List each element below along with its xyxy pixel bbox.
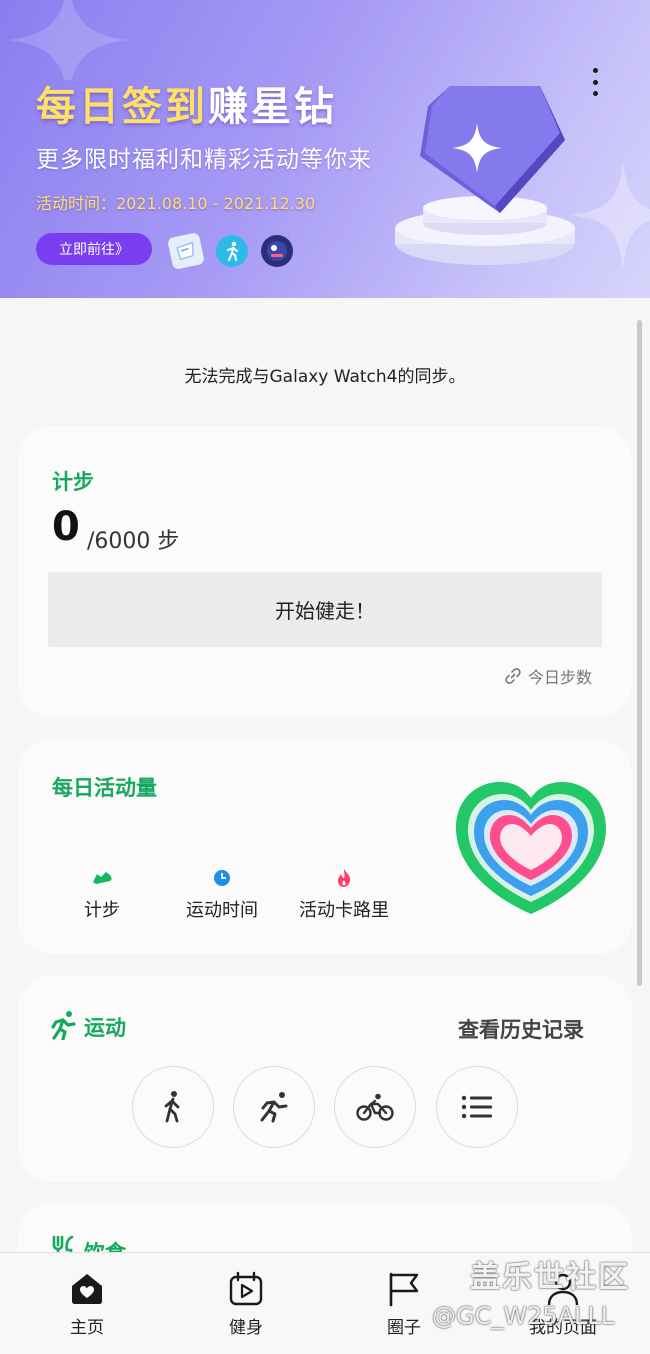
activity-steps-item: 计步 — [42, 868, 162, 922]
banner-title-highlight: 每日签到 — [36, 84, 208, 130]
start-walking-button[interactable]: 开始健走！ — [48, 572, 602, 647]
map-app-icon — [167, 232, 205, 270]
scrollbar[interactable] — [637, 320, 642, 986]
link-icon — [505, 668, 521, 684]
nav-label-fitness: 健身 — [229, 1318, 263, 1338]
run-icon — [260, 1092, 288, 1123]
sync-status-message: 无法完成与Galaxy Watch4的同步。 — [184, 367, 466, 387]
steps-title: 计步 — [52, 470, 94, 494]
banner-title: 每日签到赚星钻 — [36, 82, 337, 132]
more-dot — [592, 91, 598, 96]
more-dot — [592, 79, 598, 85]
activity-calories-label: 活动卡路里 — [299, 900, 389, 921]
daily-activity-card[interactable]: 每日活动量 计步 运动时间 活动卡路里 — [18, 740, 632, 954]
clock-icon — [214, 870, 230, 886]
more-exercises-button[interactable] — [436, 1066, 518, 1148]
steps-goal: /6000 步 — [87, 529, 180, 554]
bike-exercise-button[interactable] — [334, 1066, 416, 1148]
star-decoration-icon — [568, 160, 650, 270]
nav-label-together: 圈子 — [387, 1318, 421, 1338]
activity-title: 每日活动量 — [52, 776, 157, 800]
activity-steps-label: 计步 — [84, 900, 120, 921]
banner-title-rest: 赚星钻 — [208, 84, 337, 130]
more-dot — [592, 68, 598, 73]
nav-label-home: 主页 — [70, 1318, 104, 1338]
star-decoration-icon — [8, 0, 128, 80]
shoe-icon — [93, 872, 112, 884]
watermark-handle: @GC_W25ALLL — [432, 1302, 615, 1330]
play-calendar-icon — [229, 1271, 263, 1306]
nav-item-fitness[interactable]: 健身 — [186, 1271, 306, 1338]
watch-face-app-icon — [261, 235, 293, 267]
flag-icon — [389, 1272, 419, 1307]
exercise-card[interactable]: 运动 查看历史记录 — [18, 976, 632, 1182]
go-now-button[interactable]: 立即前往》 — [36, 233, 152, 265]
activity-time-item: 运动时间 — [162, 868, 282, 922]
nav-item-home[interactable]: 主页 — [27, 1271, 147, 1338]
activity-time-label: 运动时间 — [186, 900, 258, 921]
bike-icon — [356, 1093, 394, 1121]
list-icon — [461, 1095, 492, 1119]
running-person-icon — [51, 1011, 76, 1040]
home-icon — [72, 1274, 102, 1304]
exercise-title: 运动 — [84, 1016, 126, 1040]
walk-exercise-button[interactable] — [132, 1066, 214, 1148]
run-exercise-button[interactable] — [233, 1066, 315, 1148]
banner-subtitle: 更多限时福利和精彩活动等你来 — [36, 147, 372, 173]
banner-date: 活动时间：2021.08.10 - 2021.12.30 — [36, 194, 316, 213]
today-steps-label: 今日步数 — [528, 668, 593, 687]
view-history-link[interactable]: 查看历史记录 — [458, 1014, 584, 1044]
promo-banner[interactable]: 每日签到赚星钻 更多限时福利和精彩活动等你来 活动时间：2021.08.10 -… — [0, 0, 650, 298]
diamond-reward-icon — [395, 86, 575, 265]
activity-calories-item: 活动卡路里 — [284, 868, 404, 922]
running-app-icon — [216, 235, 248, 267]
flame-icon — [338, 869, 351, 887]
today-steps-link[interactable]: 今日步数 — [504, 664, 592, 688]
walk-icon — [164, 1091, 180, 1123]
steps-count: 0 — [52, 504, 80, 550]
watermark-community: 盖乐世社区 — [470, 1260, 630, 1295]
steps-card[interactable]: 计步 0 /6000 步 开始健走！ 今日步数 — [18, 426, 632, 717]
more-options-button[interactable] — [583, 64, 607, 100]
activity-heart-icon[interactable] — [454, 780, 608, 918]
